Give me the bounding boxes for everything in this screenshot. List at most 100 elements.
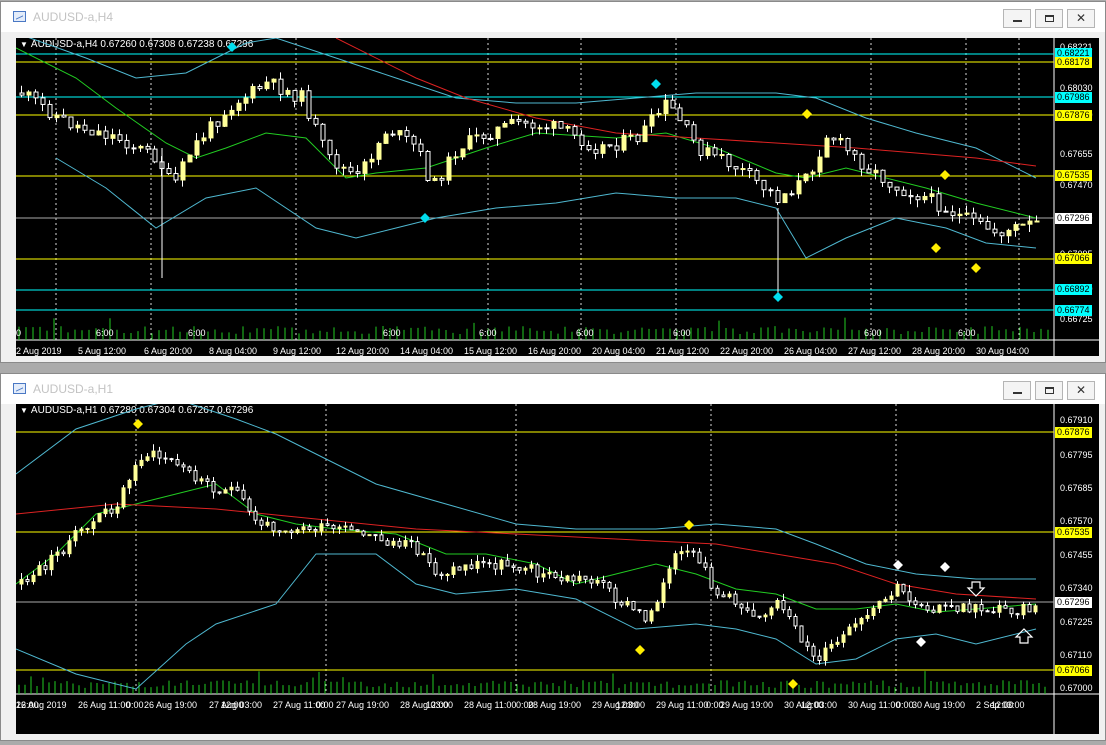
candle	[715, 587, 720, 596]
close-button[interactable]: ✕	[1067, 381, 1095, 400]
candle	[40, 97, 46, 105]
candle	[824, 137, 830, 158]
candle	[589, 578, 594, 584]
candle	[481, 560, 486, 564]
time-axis-label: 5 Aug 12:00	[78, 346, 127, 356]
candle	[341, 166, 347, 169]
candle	[745, 607, 750, 611]
candle	[376, 142, 382, 160]
candle	[721, 594, 726, 598]
candle	[698, 139, 704, 156]
price-chart[interactable]: ▼ AUDUSD-a,H4 0.67260 0.67308 0.67238 0.6…	[16, 38, 1099, 356]
candle	[835, 641, 840, 645]
candle	[799, 625, 804, 643]
candle	[495, 126, 501, 139]
candle	[61, 551, 66, 555]
time-axis-label: 14 Aug 04:00	[400, 346, 454, 356]
candle	[789, 193, 795, 196]
candle	[852, 150, 858, 155]
candle	[33, 91, 39, 99]
fractal-marker-icon	[788, 679, 798, 689]
session-label: 6:00	[958, 328, 976, 338]
candle	[991, 611, 996, 614]
candle	[131, 147, 137, 150]
title-bar[interactable]: AUDUSD-a,H4 ✕	[1, 2, 1105, 32]
candle	[973, 604, 978, 613]
candle	[391, 540, 396, 546]
candle	[403, 540, 408, 547]
candle	[877, 600, 882, 609]
price-scale-label: 0.67000	[1060, 683, 1093, 693]
candle	[929, 193, 935, 197]
candle	[187, 154, 193, 163]
fractal-marker-icon	[684, 520, 694, 530]
candle	[740, 168, 746, 171]
chart-window-h4[interactable]: AUDUSD-a,H4 ✕ ▼ AUDUSD-a,H4 0.67260 0.673…	[0, 1, 1106, 363]
maximize-icon	[1045, 15, 1054, 22]
candle	[559, 577, 564, 582]
candle	[1027, 220, 1033, 225]
time-axis-label: 26 Aug 11:00	[78, 700, 131, 710]
price-scale-label: 0.67470	[1060, 180, 1093, 190]
candle	[817, 655, 822, 661]
session-label: 6:00	[383, 328, 401, 338]
maximize-button[interactable]	[1035, 381, 1063, 400]
fractal-marker-icon	[940, 562, 950, 572]
candle	[712, 147, 718, 156]
price-scale-label: 0.67455	[1060, 550, 1093, 560]
candle	[607, 144, 613, 147]
fractal-marker-icon	[893, 560, 903, 570]
candle	[544, 127, 550, 130]
candle	[411, 135, 417, 145]
candle	[553, 571, 558, 579]
candle	[845, 138, 851, 152]
candle	[866, 168, 872, 174]
candle	[985, 610, 990, 613]
candle	[979, 604, 984, 612]
candle	[54, 114, 60, 119]
candle	[679, 551, 684, 555]
candle	[145, 145, 151, 150]
candle	[649, 610, 654, 622]
candle	[579, 134, 585, 146]
candle	[487, 562, 492, 565]
candle	[361, 530, 366, 536]
candle	[859, 153, 865, 170]
bollinger-lower-line	[55, 157, 1037, 259]
chart-window-h1[interactable]: AUDUSD-a,H1 ✕ ▼ AUDUSD-a,H1 0.67280 0.673…	[0, 373, 1106, 741]
price-chart[interactable]: ▼ AUDUSD-a,H1 0.67280 0.67304 0.67267 0.6…	[16, 404, 1099, 734]
time-axis-label: 30 Aug 11:00	[848, 700, 901, 710]
candle	[229, 109, 235, 116]
candle	[516, 118, 522, 122]
candle	[355, 529, 360, 532]
candle	[915, 196, 921, 201]
fractal-marker-icon	[133, 419, 143, 429]
time-axis-label: 2 Aug 2019	[16, 346, 62, 356]
candle	[277, 530, 282, 533]
candle	[397, 540, 402, 547]
candle	[787, 609, 792, 617]
candle	[625, 601, 630, 606]
maximize-button[interactable]	[1035, 9, 1063, 28]
time-axis-label: 26 Aug 04:00	[784, 346, 838, 356]
candle	[55, 551, 60, 556]
session-label: 0:00	[516, 700, 534, 710]
minimize-button[interactable]	[1003, 9, 1031, 28]
title-bar[interactable]: AUDUSD-a,H1 ✕	[1, 374, 1105, 404]
candle	[397, 130, 403, 136]
candle	[1006, 229, 1012, 237]
session-label: 6:00	[188, 328, 206, 338]
close-button[interactable]: ✕	[1067, 9, 1095, 28]
fractal-marker-icon	[916, 637, 926, 647]
candle	[25, 579, 30, 583]
candle	[719, 154, 725, 157]
candle	[655, 602, 660, 612]
minimize-button[interactable]	[1003, 381, 1031, 400]
candle	[292, 89, 298, 102]
candle	[169, 458, 174, 461]
candle	[47, 103, 53, 119]
price-tag: 0.67296	[1055, 597, 1092, 608]
session-label: 12:00	[801, 700, 824, 710]
candle	[418, 143, 424, 152]
candle	[1027, 603, 1032, 613]
